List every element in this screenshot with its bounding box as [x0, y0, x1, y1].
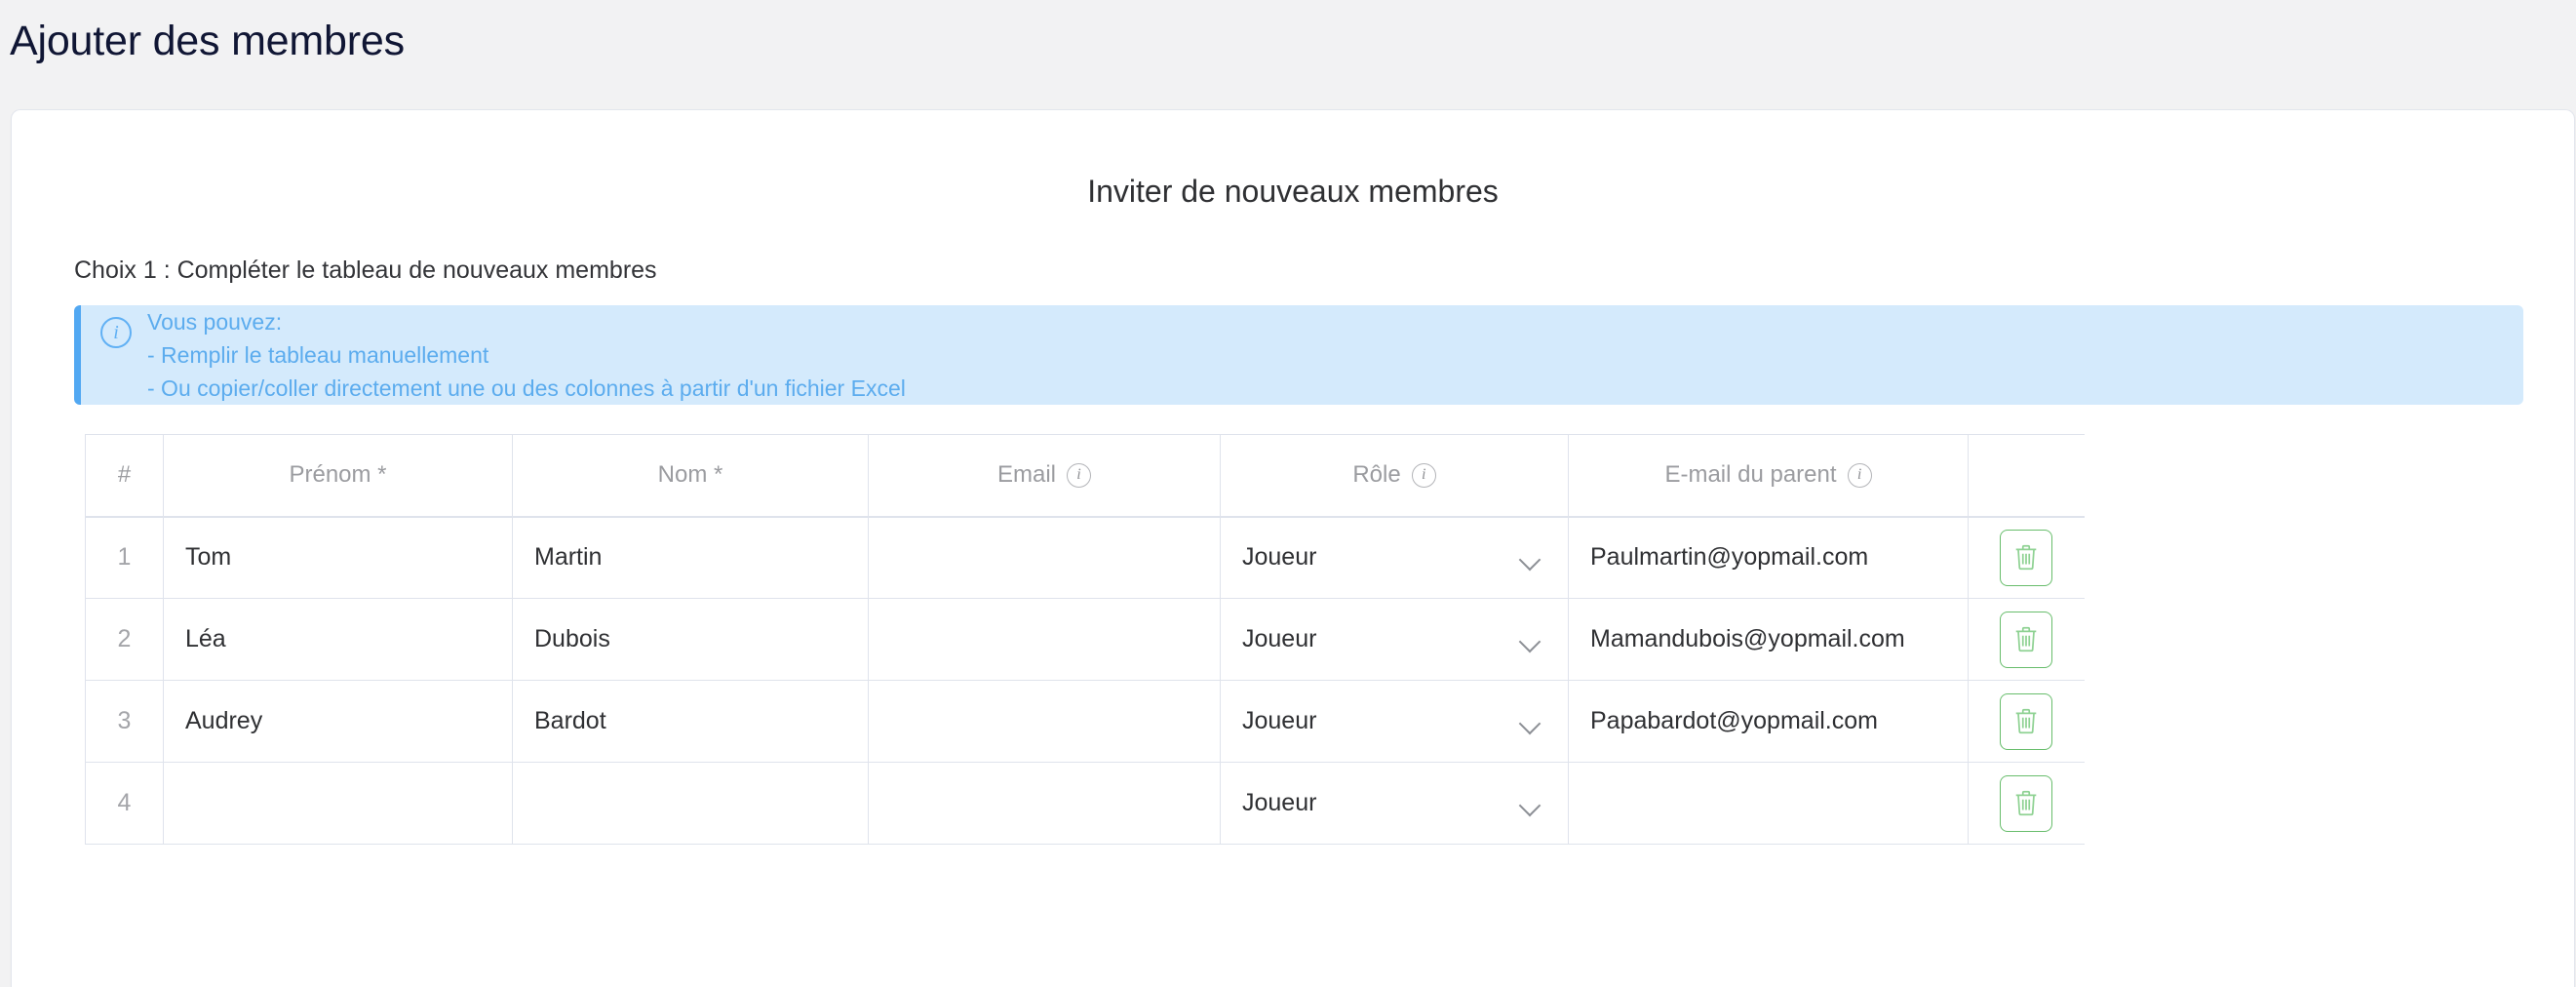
firstname-input[interactable]: Audrey [163, 680, 513, 763]
lastname-input[interactable] [512, 762, 869, 845]
role-select-cell[interactable]: Joueur [1220, 762, 1569, 845]
delete-row-button[interactable] [2000, 774, 2053, 832]
column-header-actions [1968, 434, 2085, 518]
lastname-input[interactable]: Martin [512, 516, 869, 599]
lastname-input[interactable]: Dubois [512, 598, 869, 681]
parent-email-input[interactable]: Papabardot@yopmail.com [1568, 680, 1969, 763]
column-header-lastname-label: Nom * [657, 461, 723, 489]
row-index: 3 [85, 680, 164, 763]
column-header-index-label: # [117, 461, 132, 489]
firstname-input[interactable]: Tom [163, 516, 513, 599]
info-circle-icon: i [100, 317, 132, 348]
role-select[interactable]: Joueur [1221, 681, 1568, 762]
column-header-parent-email: E-mail du parent i [1568, 434, 1969, 518]
parent-email-input[interactable]: Mamandubois@yopmail.com [1568, 598, 1969, 681]
table-row: 3 Audrey Bardot Joueur Papabardot@yopmai… [85, 680, 2085, 763]
column-header-email-label: Email [996, 461, 1056, 489]
section-heading: Inviter de nouveaux membres [1087, 174, 1499, 209]
info-icon-parent-email[interactable]: i [1847, 462, 1872, 488]
column-header-index: # [85, 434, 164, 518]
chevron-down-icon [1520, 798, 1542, 809]
column-header-firstname-label: Prénom * [289, 461, 387, 489]
email-input[interactable] [868, 680, 1221, 763]
chevron-down-icon [1520, 716, 1542, 728]
choice-label: Choix 1 : Compléter le tableau de nouvea… [74, 257, 657, 284]
firstname-input[interactable]: Léa [163, 598, 513, 681]
role-select[interactable]: Joueur [1221, 599, 1568, 680]
row-index: 1 [85, 516, 164, 599]
row-index: 2 [85, 598, 164, 681]
table-header-row: # Prénom * Nom * Email i Rôle i E-mail d… [85, 434, 2085, 518]
table-row: 2 Léa Dubois Joueur Mamandubois@yopmail.… [85, 598, 2085, 681]
role-select-cell[interactable]: Joueur [1220, 680, 1569, 763]
chevron-down-icon [1520, 634, 1542, 646]
info-callout-line-3: - Ou copier/coller directement une ou de… [147, 375, 906, 401]
row-actions [1968, 516, 2085, 599]
table-row: 4 Joueur [85, 762, 2085, 845]
info-callout: i Vous pouvez: - Remplir le tableau manu… [74, 305, 2523, 405]
role-select-cell[interactable]: Joueur [1220, 598, 1569, 681]
firstname-input[interactable] [163, 762, 513, 845]
info-icon-email[interactable]: i [1067, 462, 1091, 488]
parent-email-input[interactable] [1568, 762, 1969, 845]
info-icon-role[interactable]: i [1411, 462, 1436, 488]
column-header-role: Rôle i [1220, 434, 1569, 518]
trash-icon [2015, 790, 2037, 816]
row-actions [1968, 598, 2085, 681]
column-header-parent-email-label: E-mail du parent [1664, 461, 1837, 489]
row-index: 4 [85, 762, 164, 845]
role-select[interactable]: Joueur [1221, 518, 1568, 599]
column-header-email: Email i [868, 434, 1221, 518]
table-row: 1 Tom Martin Joueur Paulmartin@yopmail.c… [85, 516, 2085, 599]
content-card: Inviter de nouveaux membres Choix 1 : Co… [11, 109, 2575, 987]
role-select-value: Joueur [1242, 543, 1317, 572]
role-select-value: Joueur [1242, 625, 1317, 652]
lastname-input[interactable]: Bardot [512, 680, 869, 763]
email-input[interactable] [868, 516, 1221, 599]
info-callout-text: Vous pouvez: - Remplir le tableau manuel… [147, 305, 906, 405]
delete-row-button[interactable] [2000, 529, 2053, 586]
column-header-role-label: Rôle [1352, 461, 1401, 489]
role-select-value: Joueur [1242, 789, 1317, 816]
role-select[interactable]: Joueur [1221, 763, 1568, 844]
row-actions [1968, 680, 2085, 763]
trash-icon [2015, 626, 2037, 652]
info-callout-line-1: Vous pouvez: [147, 309, 283, 335]
parent-email-input[interactable]: Paulmartin@yopmail.com [1568, 516, 1969, 599]
column-header-lastname: Nom * [512, 434, 869, 518]
delete-row-button[interactable] [2000, 611, 2053, 668]
chevron-down-icon [1520, 552, 1542, 564]
email-input[interactable] [868, 598, 1221, 681]
page-title: Ajouter des membres [10, 18, 405, 64]
delete-row-button[interactable] [2000, 692, 2053, 750]
members-table: # Prénom * Nom * Email i Rôle i E-mail d… [85, 434, 2085, 845]
trash-icon [2015, 708, 2037, 734]
role-select-cell[interactable]: Joueur [1220, 516, 1569, 599]
info-callout-line-2: - Remplir le tableau manuellement [147, 342, 489, 368]
column-header-firstname: Prénom * [163, 434, 513, 518]
email-input[interactable] [868, 762, 1221, 845]
role-select-value: Joueur [1242, 707, 1317, 734]
trash-icon [2015, 545, 2037, 571]
row-actions [1968, 762, 2085, 845]
